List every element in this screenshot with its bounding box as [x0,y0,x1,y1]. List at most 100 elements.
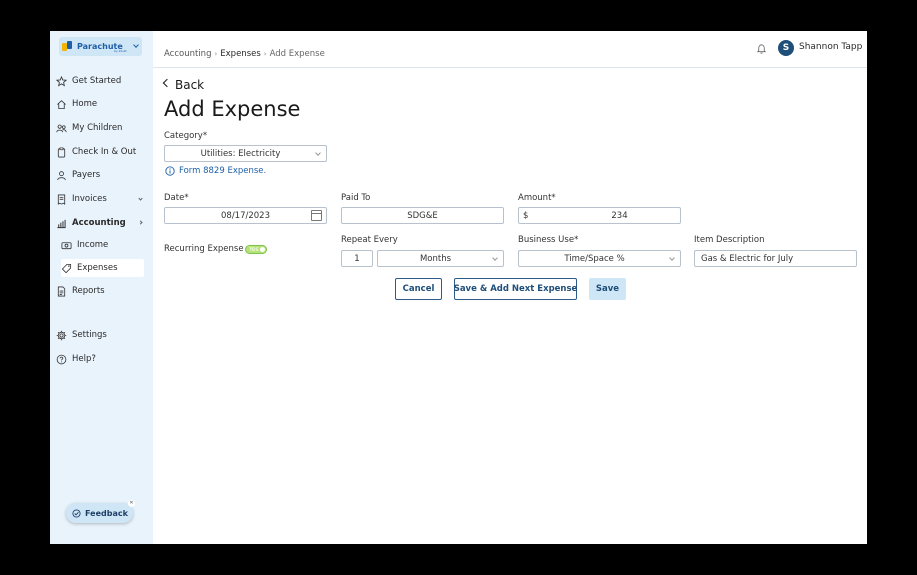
recurring-expense-toggle[interactable]: Yes [245,245,267,254]
sidebar-item-home[interactable]: Home [56,95,144,113]
sidebar-item-reports[interactable]: Reports [56,282,144,300]
breadcrumb-add-expense: Add Expense [269,49,325,59]
repeat-unit-select[interactable]: Months [377,250,504,267]
paid-to-value: SDG&E [407,210,438,221]
cash-icon [61,241,72,249]
page-title: Add Expense [164,97,301,121]
feedback-button[interactable]: Feedback ✕ [66,500,135,523]
chevron-down-icon [133,42,139,48]
amount-value: 234 [611,210,628,221]
sidebar-item-get-started[interactable]: Get Started [56,72,144,90]
repeat-count-value: 1 [354,253,360,264]
chevron-down-icon [492,255,498,261]
business-use-label: Business Use* [518,235,579,245]
sidebar-item-label: My Children [72,123,123,133]
sidebar-item-label: Payers [72,170,101,180]
sidebar-item-label: Get Started [72,76,122,86]
sidebar-item-label: Help? [72,354,96,364]
paid-to-field[interactable]: SDG&E [341,207,504,224]
chevron-right-icon [138,220,143,225]
back-button[interactable]: Back [162,78,205,92]
sidebar-item-label: Settings [72,330,107,340]
bell-icon[interactable] [756,43,767,54]
back-label: Back [175,78,205,92]
category-value: Utilities: Electricity [200,148,281,159]
logo-subtext: by Intuit [114,49,127,53]
sidebar-item-label: Check In & Out [72,147,137,157]
sidebar-item-label: Reports [72,286,105,296]
check-badge-icon [72,508,81,518]
breadcrumb-accounting[interactable]: Accounting [164,49,211,59]
calendar-icon[interactable] [311,210,322,221]
invoice-icon [57,194,66,205]
paid-to-label: Paid To [341,193,371,203]
save-and-add-next-button[interactable]: Save & Add Next Expense [454,278,577,300]
sidebar-item-help[interactable]: Help? [56,350,144,368]
recurring-expense-label: Recurring Expense [164,244,244,254]
sidebar-item-label: Invoices [72,194,107,204]
app-window: Parachute by Intuit Get Started Home My … [50,31,867,544]
form-8829-link[interactable]: Form 8829 Expense. [165,166,266,176]
category-select[interactable]: Utilities: Electricity [164,145,327,162]
chevron-left-icon [162,78,172,87]
home-icon [57,99,66,109]
info-icon [165,166,175,176]
clipboard-icon [57,147,66,157]
sidebar-item-expenses[interactable]: Expenses [61,259,144,277]
business-use-select[interactable]: Time/Space % [518,250,681,267]
chevron-right-icon: › [214,50,218,58]
date-field[interactable]: 08/17/2023 [164,207,327,224]
repeat-every-label: Repeat Every [341,235,398,245]
sidebar-item-my-children[interactable]: My Children [56,119,144,137]
avatar[interactable]: S [778,40,794,56]
breadcrumb: Accounting › Expenses › Add Expense [164,49,325,59]
close-icon[interactable]: ✕ [128,500,135,507]
currency-symbol: $ [523,211,529,221]
item-description-field[interactable]: Gas & Electric for July [694,250,857,267]
sidebar-item-label: Accounting [72,218,126,228]
top-bar: Accounting › Expenses › Add Expense S Sh… [153,31,867,68]
sidebar-item-settings[interactable]: Settings [56,326,144,344]
sidebar-item-label: Income [77,240,109,250]
logo[interactable]: Parachute by Intuit [59,37,142,56]
amount-field[interactable]: $ 234 [518,207,681,224]
sidebar-item-label: Home [72,99,98,109]
info-text: Form 8829 Expense. [179,166,267,176]
business-use-value: Time/Space % [564,253,625,264]
save-button[interactable]: Save [589,278,626,300]
amount-label: Amount* [518,193,556,203]
sidebar-item-label: Expenses [77,263,118,273]
star-icon [56,75,67,86]
bar-chart-icon [57,219,66,228]
report-icon [57,286,66,296]
item-description-label: Item Description [694,235,765,245]
item-description-value: Gas & Electric for July [701,253,794,264]
sidebar: Parachute by Intuit Get Started Home My … [50,31,153,544]
sidebar-item-payers[interactable]: Payers [56,166,144,184]
person-icon [57,170,66,180]
sidebar-item-check-in-out[interactable]: Check In & Out [56,143,144,161]
feedback-label: Feedback [85,508,128,518]
sidebar-item-income[interactable]: Income [61,236,144,254]
help-icon [56,354,67,364]
chevron-down-icon [138,196,143,201]
repeat-count-field[interactable]: 1 [341,250,373,267]
chevron-right-icon: › [263,50,267,58]
repeat-unit-value: Months [419,253,452,264]
chevron-down-icon [315,150,321,156]
category-label: Category* [164,131,208,141]
date-label: Date* [164,193,189,203]
gear-icon [56,330,67,340]
user-name[interactable]: Shannon Tapp [799,42,862,52]
sidebar-item-accounting[interactable]: Accounting [56,214,144,232]
cancel-button[interactable]: Cancel [395,278,442,300]
toggle-text: Yes [249,246,259,253]
toggle-knob [260,247,265,252]
chevron-down-icon [669,255,675,261]
breadcrumb-expenses[interactable]: Expenses [220,49,261,59]
people-icon [56,124,67,132]
sidebar-item-invoices[interactable]: Invoices [56,190,144,208]
parachute-logo-icon [62,41,74,52]
date-value: 08/17/2023 [221,210,270,221]
tag-icon [61,263,72,273]
